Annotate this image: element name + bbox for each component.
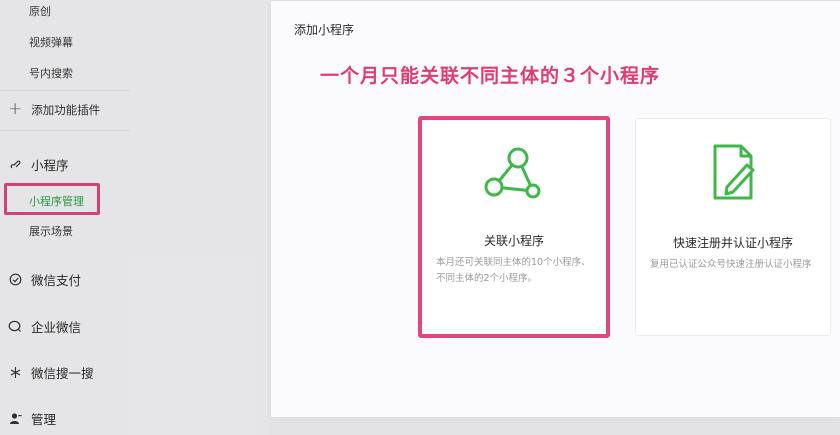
sidebar-item-video-danmaku[interactable]: 视频弹幕 — [29, 34, 73, 50]
sidebar-item-manage[interactable]: 管理 — [8, 409, 56, 428]
add-plugin-label: 添加功能插件 — [31, 102, 101, 117]
sidebar-item-label: 管理 — [31, 412, 57, 427]
add-mini-program-dialog: 添加小程序 一个月只能关联不同主体的３个小程序 关联小程序 本月还可关联同主体的… — [271, 1, 840, 417]
quick-register-card[interactable]: 快速注册并认证小程序 复用已认证公众号快速注册认证小程序 — [635, 118, 831, 336]
dialog-title: 添加小程序 — [294, 23, 355, 37]
sidebar-item-search[interactable]: 号内搜索 — [29, 65, 73, 81]
link-icon — [8, 158, 22, 172]
sidebar-item-label: 微信搜一搜 — [31, 366, 94, 381]
check-circle-icon — [8, 273, 22, 287]
sidebar-divider — [0, 90, 130, 91]
person-icon — [8, 412, 22, 426]
link-mini-program-card[interactable]: 关联小程序 本月还可关联同主体的10个小程序、不同主体的2个小程序。 — [418, 116, 610, 338]
sidebar-item-label: 微信支付 — [31, 273, 82, 288]
sparkle-icon — [8, 366, 22, 380]
sidebar: 原创 视频弹幕 号内搜索 + 添加功能插件 小程序 小程序管理 展示场景 微信支… — [0, 0, 270, 435]
card-title: 快速注册并认证小程序 — [672, 236, 793, 250]
sidebar-item-work-wechat[interactable]: 企业微信 — [8, 317, 81, 336]
card-description: 本月还可关联同主体的10个小程序、不同主体的2个小程序。 — [436, 257, 591, 284]
link-nodes-icon — [482, 142, 546, 210]
sidebar-item-search-one[interactable]: 微信搜一搜 — [8, 363, 94, 382]
sidebar-item-label: 企业微信 — [31, 320, 82, 335]
plus-icon: + — [8, 99, 23, 119]
add-plugin-button[interactable]: + 添加功能插件 — [8, 101, 100, 118]
edit-document-icon — [701, 141, 765, 209]
sidebar-item-original[interactable]: 原创 — [29, 3, 51, 19]
sidebar-item-mini-program-manage[interactable]: 小程序管理 — [29, 193, 84, 209]
card-title: 关联小程序 — [483, 234, 544, 248]
sidebar-item-label: 小程序 — [31, 158, 69, 173]
card-description: 复用已认证公众号快速注册认证小程序 — [650, 259, 812, 270]
sidebar-item-wechat-pay[interactable]: 微信支付 — [8, 270, 81, 289]
annotation-text: 一个月只能关联不同主体的３个小程序 — [320, 65, 661, 87]
sidebar-divider — [0, 130, 130, 131]
sidebar-item-mini-program[interactable]: 小程序 — [8, 155, 69, 174]
chat-bubble-icon — [8, 320, 22, 334]
sidebar-item-display-scene[interactable]: 展示场景 — [29, 223, 73, 239]
